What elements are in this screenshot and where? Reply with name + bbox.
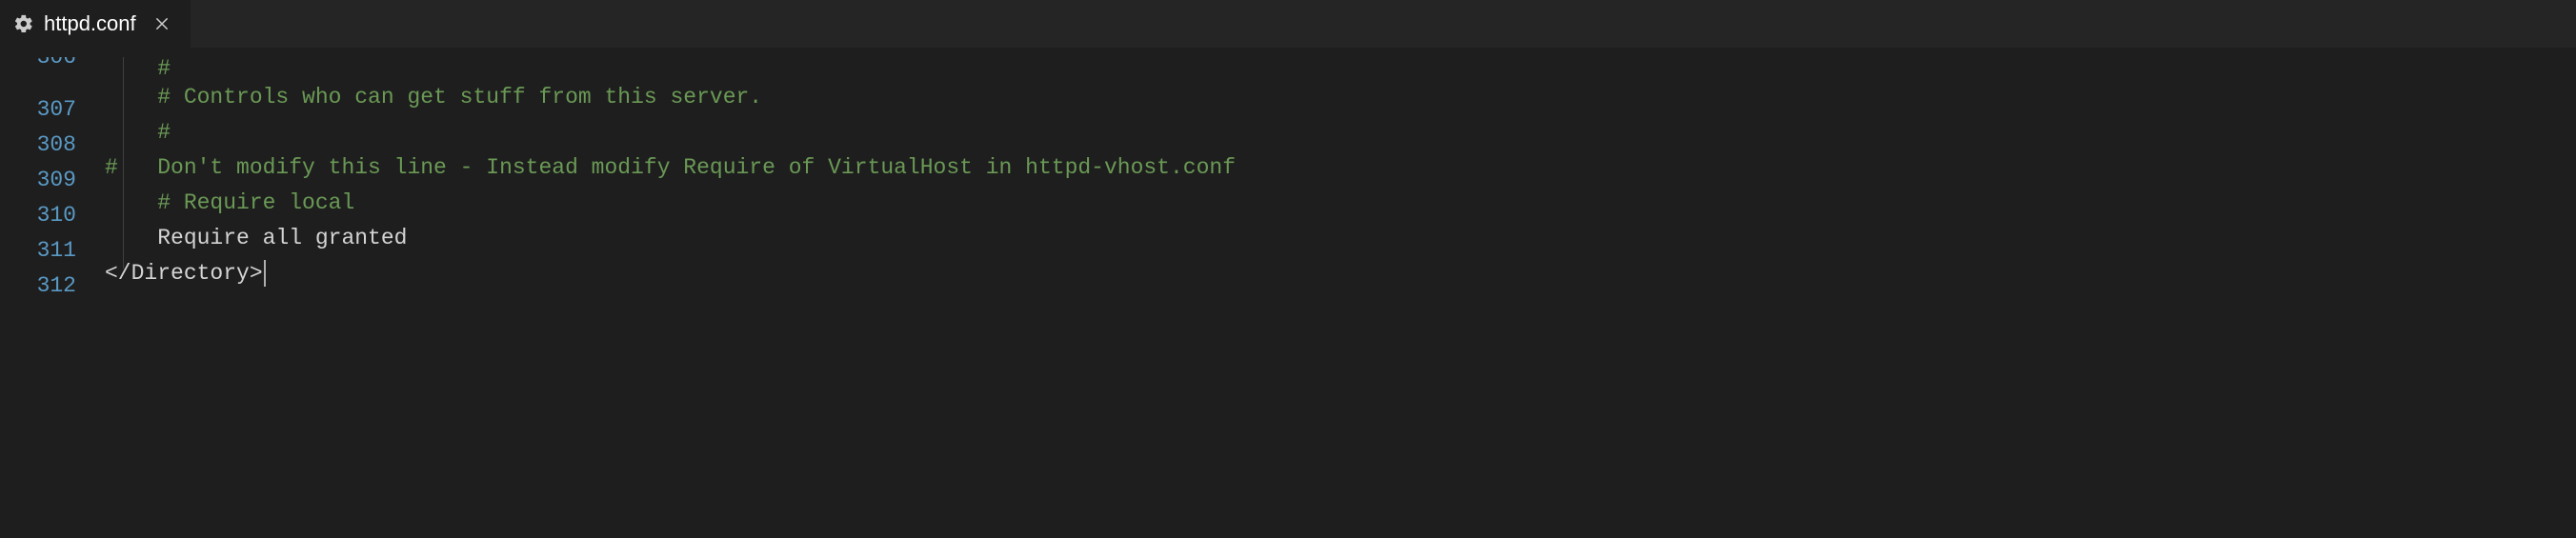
code-line: # Require local: [105, 190, 354, 215]
code-line: #: [105, 120, 171, 145]
code-editor[interactable]: 306 307 308 309 310 311 312 # # Controls…: [0, 48, 2576, 304]
code-line: # Controls who can get stuff from this s…: [105, 85, 762, 110]
code-line: </Directory>: [105, 261, 263, 286]
line-number: 306: [0, 57, 76, 92]
line-number: 308: [0, 128, 76, 163]
tab-bar: httpd.conf: [0, 0, 2576, 48]
code-line: #: [105, 56, 171, 81]
code-line: # Don't modify this line - Instead modif…: [105, 155, 1236, 180]
line-number-gutter: 306 307 308 309 310 311 312: [0, 57, 105, 304]
tab-label: httpd.conf: [44, 11, 136, 36]
close-icon[interactable]: [153, 15, 171, 32]
gear-icon: [13, 13, 34, 34]
line-number: 310: [0, 198, 76, 233]
tab-httpd-conf[interactable]: httpd.conf: [0, 0, 191, 48]
line-number: 312: [0, 269, 76, 304]
line-number: 309: [0, 163, 76, 198]
code-area[interactable]: # # Controls who can get stuff from this…: [105, 57, 2576, 304]
line-number: 311: [0, 233, 76, 269]
indent-guide: [123, 57, 124, 269]
code-line: Require all granted: [105, 226, 407, 250]
text-cursor: [264, 260, 266, 287]
line-number: 307: [0, 92, 76, 128]
